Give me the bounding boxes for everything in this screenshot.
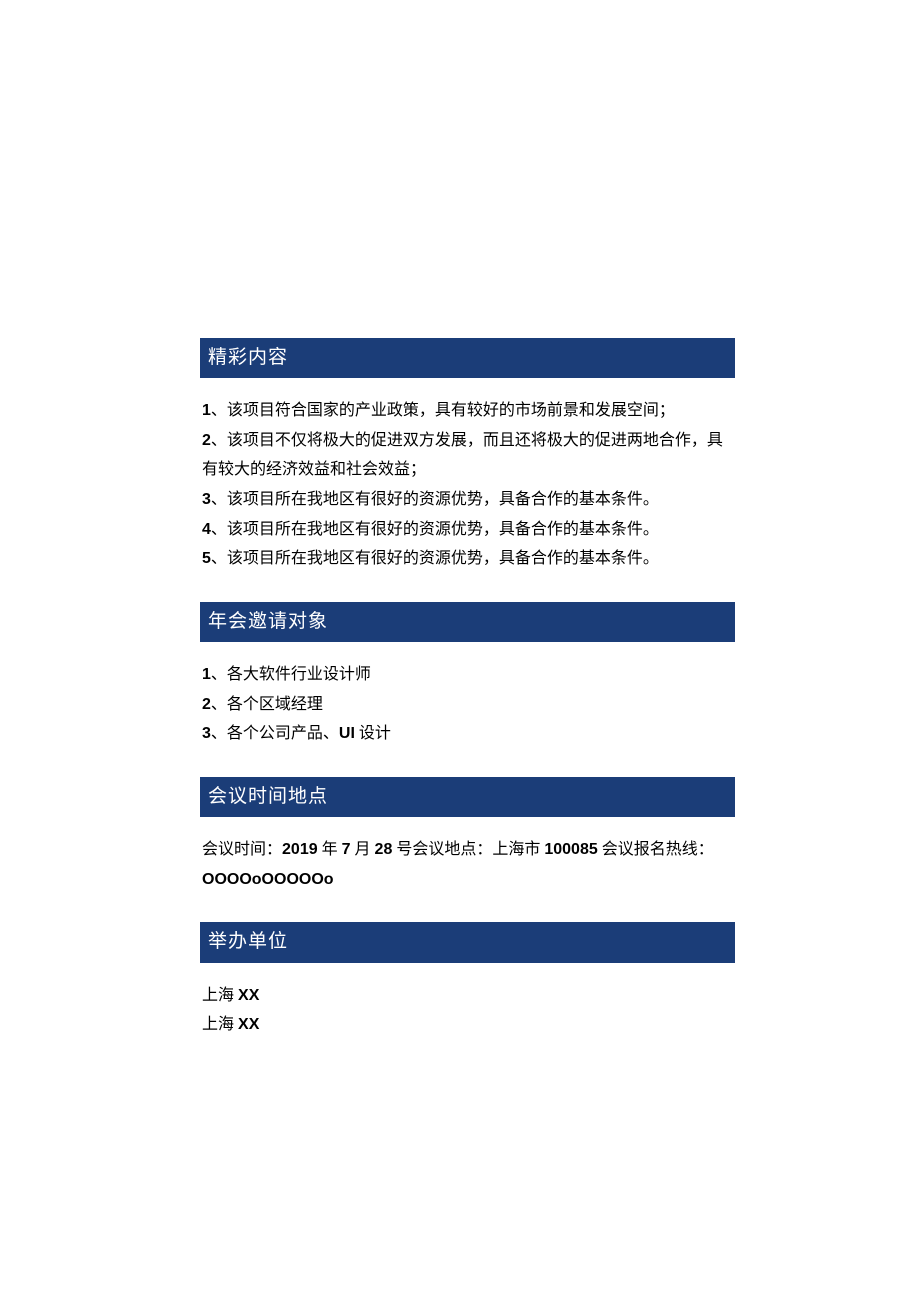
section-content-body: 1、该项目符合国家的产业政策，具有较好的市场前景和发展空间； 2、该项目不仅将极… xyxy=(200,396,735,574)
meeting-hotline: OOOOoOOOOOo xyxy=(202,871,334,888)
content-item-4-text: 、该项目所在我地区有很好的资源优势，具备合作的基本条件。 xyxy=(211,521,659,538)
meeting-month-suffix: 月 xyxy=(351,841,375,858)
content-item-5-text: 、该项目所在我地区有很好的资源优势，具备合作的基本条件。 xyxy=(211,550,659,567)
section-header-meeting: 会议时间地点 xyxy=(200,777,735,817)
meeting-day-suffix: 号会议地点：上海市 xyxy=(392,841,544,858)
meeting-time-label: 会议时间： xyxy=(202,841,282,858)
section-header-organizer: 举办单位 xyxy=(200,922,735,962)
document-page: 精彩内容 1、该项目符合国家的产业政策，具有较好的市场前景和发展空间； 2、该项… xyxy=(0,0,920,1040)
organizer-item-2: 上海 XX xyxy=(202,1010,733,1040)
meeting-month: 7 xyxy=(342,841,351,858)
section-organizer-body: 上海 XX 上海 XX xyxy=(200,981,735,1040)
content-item-2-text: 、该项目不仅将极大的促进双方发展，而且还将极大的促进两地合作，具有较大的经济效益… xyxy=(202,432,723,479)
content-item-1: 1、该项目符合国家的产业政策，具有较好的市场前景和发展空间； xyxy=(202,396,733,426)
meeting-postal: 100085 xyxy=(544,841,597,858)
invitee-item-1: 1、各大软件行业设计师 xyxy=(202,660,733,690)
section-invitees-body: 1、各大软件行业设计师 2、各个区域经理 3、各个公司产品、UI 设计 xyxy=(200,660,735,749)
section-header-content: 精彩内容 xyxy=(200,338,735,378)
meeting-details: 会议时间：2019 年 7 月 28 号会议地点：上海市 100085 会议报名… xyxy=(202,835,733,894)
organizer-prefix-2: 上海 xyxy=(202,1016,238,1033)
organizer-item-1: 上海 XX xyxy=(202,981,733,1011)
section-meeting-body: 会议时间：2019 年 7 月 28 号会议地点：上海市 100085 会议报名… xyxy=(200,835,735,894)
meeting-day: 28 xyxy=(375,841,393,858)
meeting-year: 2019 xyxy=(282,841,318,858)
content-item-3-text: 、该项目所在我地区有很好的资源优势，具备合作的基本条件。 xyxy=(211,491,659,508)
invitee-item-2: 2、各个区域经理 xyxy=(202,690,733,720)
content-item-3: 3、该项目所在我地区有很好的资源优势，具备合作的基本条件。 xyxy=(202,485,733,515)
invitee-item-3-suffix: 设计 xyxy=(355,725,391,742)
content-item-5: 5、该项目所在我地区有很好的资源优势，具备合作的基本条件。 xyxy=(202,544,733,574)
meeting-year-suffix: 年 xyxy=(318,841,342,858)
section-header-invitees: 年会邀请对象 xyxy=(200,602,735,642)
invitee-item-1-text: 、各大软件行业设计师 xyxy=(211,666,371,683)
invitee-item-3: 3、各个公司产品、UI 设计 xyxy=(202,719,733,749)
organizer-prefix-1: 上海 xyxy=(202,987,238,1004)
organizer-name-1: XX xyxy=(238,987,259,1004)
organizer-name-2: XX xyxy=(238,1016,259,1033)
content-item-2: 2、该项目不仅将极大的促进双方发展，而且还将极大的促进两地合作，具有较大的经济效… xyxy=(202,426,733,485)
meeting-postal-suffix: 会议报名热线： xyxy=(598,841,714,858)
content-item-1-text: 、该项目符合国家的产业政策，具有较好的市场前景和发展空间； xyxy=(211,402,675,419)
invitee-item-3-text: 、各个公司产品、 xyxy=(211,725,339,742)
content-item-4: 4、该项目所在我地区有很好的资源优势，具备合作的基本条件。 xyxy=(202,515,733,545)
invitee-item-2-text: 、各个区域经理 xyxy=(211,696,323,713)
